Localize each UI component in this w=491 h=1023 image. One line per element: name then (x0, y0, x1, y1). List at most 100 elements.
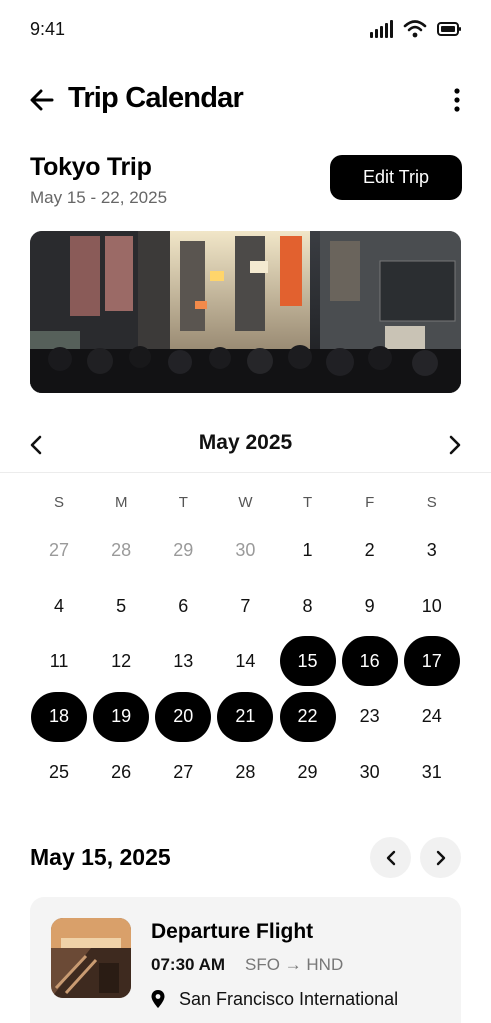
calendar-day-label: 26 (111, 761, 132, 782)
calendar-day-label: 7 (240, 595, 251, 616)
weekday-label: F (365, 494, 375, 511)
location-pin-icon (151, 990, 165, 1008)
calendar-day[interactable]: 12 (90, 634, 152, 689)
more-options-button[interactable] (447, 84, 467, 116)
calendar-navigation: May 2025 (0, 425, 491, 465)
calendar-day[interactable]: 6 (152, 578, 214, 633)
calendar-day[interactable]: 14 (214, 634, 276, 689)
calendar-day[interactable]: 1 (277, 523, 339, 578)
calendar-day-selected[interactable]: 16 (339, 634, 401, 689)
battery-icon (437, 22, 461, 36)
calendar-day-label: 1 (302, 540, 313, 561)
app-header: Trip Calendar (0, 78, 491, 122)
calendar-day[interactable]: 8 (277, 578, 339, 633)
status-bar: 9:41 (0, 0, 491, 60)
calendar-day-selected[interactable]: 21 (214, 689, 276, 744)
next-day-button[interactable] (420, 837, 461, 878)
calendar-day-label: 19 (93, 691, 150, 742)
calendar-day-label: 20 (155, 691, 212, 742)
calendar-day-label: 28 (235, 761, 256, 782)
calendar-day-label: 9 (364, 595, 375, 616)
calendar-day-label: 29 (173, 540, 194, 561)
calendar-day-label: 10 (421, 595, 442, 616)
wifi-icon (403, 20, 427, 38)
calendar-day[interactable]: 30 (214, 523, 276, 578)
calendar-day-label: 5 (116, 595, 127, 616)
calendar-day-label: 28 (111, 540, 132, 561)
weekday-label: T (302, 494, 313, 511)
arrow-left-icon (30, 89, 54, 111)
signal-icon (370, 20, 393, 38)
calendar-day[interactable]: 5 (90, 578, 152, 633)
calendar-day[interactable]: 27 (28, 523, 90, 578)
calendar-day[interactable]: 3 (401, 523, 463, 578)
calendar-day-selected[interactable]: 20 (152, 689, 214, 744)
calendar-day[interactable]: 28 (90, 523, 152, 578)
calendar-day-label: 30 (359, 761, 380, 782)
calendar-day[interactable]: 2 (339, 523, 401, 578)
calendar-days-grid: 27 28 29 30 1 2 3 4 5 6 7 8 9 10 11 12 13 14 15 16 17 18 19 20 2… (28, 523, 463, 800)
event-time: 07:30 AM (151, 955, 226, 974)
calendar-day[interactable]: 24 (401, 689, 463, 744)
calendar-day[interactable]: 27 (152, 745, 214, 800)
status-icons (369, 20, 461, 38)
calendar-day-label: 2 (364, 540, 375, 561)
calendar-day[interactable]: 28 (214, 745, 276, 800)
calendar-day[interactable]: 4 (28, 578, 90, 633)
trip-cover-image (30, 231, 461, 393)
event-location: San Francisco International (179, 989, 399, 1009)
calendar-day-label: 8 (302, 595, 313, 616)
calendar-day-label: 23 (359, 706, 380, 727)
calendar-day[interactable]: 26 (90, 745, 152, 800)
calendar-day[interactable]: 30 (339, 745, 401, 800)
calendar-day-label: 13 (173, 650, 194, 671)
calendar-day[interactable]: 7 (214, 578, 276, 633)
calendar-day[interactable]: 10 (401, 578, 463, 633)
page-title: Trip Calendar (68, 82, 244, 114)
calendar-day-label: 30 (235, 540, 256, 561)
calendar-day-selected[interactable]: 15 (277, 634, 339, 689)
calendar-day[interactable]: 29 (152, 523, 214, 578)
next-month-button[interactable] (441, 431, 469, 459)
calendar-day[interactable]: 9 (339, 578, 401, 633)
calendar-day-label: 14 (235, 650, 256, 671)
calendar-day[interactable]: 31 (401, 745, 463, 800)
calendar-day-selected[interactable]: 17 (401, 634, 463, 689)
calendar-day[interactable]: 23 (339, 689, 401, 744)
calendar-day-label: 4 (54, 595, 65, 616)
calendar-day-label: 11 (49, 650, 69, 671)
calendar-day[interactable]: 13 (152, 634, 214, 689)
calendar-day-selected[interactable]: 22 (277, 689, 339, 744)
event-title: Departure Flight (151, 920, 314, 943)
calendar-day[interactable]: 11 (28, 634, 90, 689)
chevron-left-icon (386, 850, 395, 865)
calendar-day-selected[interactable]: 18 (28, 689, 90, 744)
calendar-day-label: 27 (49, 540, 70, 561)
calendar-day-label: 25 (49, 761, 70, 782)
calendar-day-label: 27 (173, 761, 194, 782)
trip-name: Tokyo Trip (30, 153, 152, 181)
calendar-day-label: 24 (421, 706, 442, 727)
back-button[interactable] (28, 86, 56, 114)
status-time: 9:41 (30, 19, 66, 39)
calendar-day-label: 18 (31, 691, 88, 742)
schedule-date: May 15, 2025 (30, 844, 171, 870)
calendar-divider (0, 472, 491, 473)
calendar-day-label: 31 (421, 761, 442, 782)
calendar-day[interactable]: 25 (28, 745, 90, 800)
event-card[interactable]: Departure Flight 07:30 AM SFO → HND San … (30, 897, 461, 1023)
calendar-day-label: 6 (178, 595, 189, 616)
calendar-day[interactable]: 29 (277, 745, 339, 800)
calendar-day-label: 22 (279, 691, 336, 742)
more-vertical-icon (454, 88, 460, 112)
calendar-day-selected[interactable]: 19 (90, 689, 152, 744)
calendar-day-label: 17 (403, 636, 460, 687)
weekday-label: M (114, 494, 128, 511)
event-route: SFO → HND (245, 955, 344, 974)
trip-dates: May 15 - 22, 2025 (30, 188, 168, 207)
calendar-day-label: 3 (426, 540, 437, 561)
edit-trip-button[interactable]: Edit Trip (330, 155, 462, 200)
prev-day-button[interactable] (370, 837, 411, 878)
calendar-day-label: 29 (297, 761, 318, 782)
event-thumbnail (51, 918, 131, 998)
